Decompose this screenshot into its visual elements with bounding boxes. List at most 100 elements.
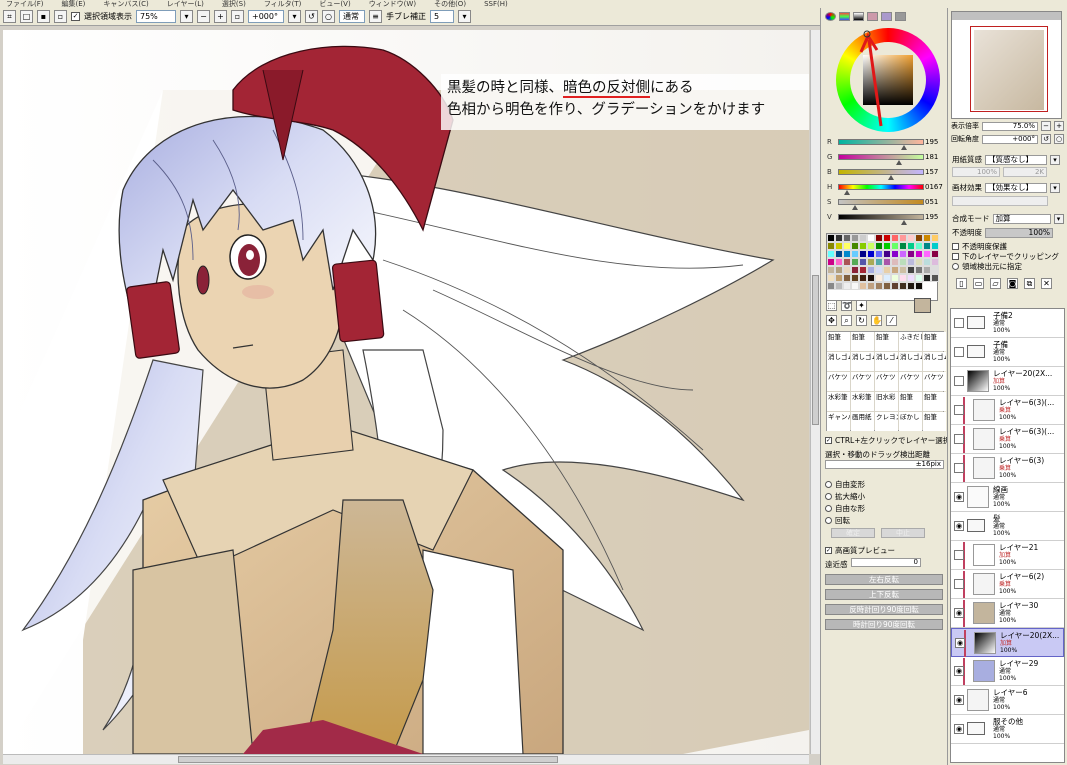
slider-r[interactable]: R 195 [821,136,948,151]
color-swatch[interactable] [907,250,915,258]
color-swatch[interactable] [835,282,843,290]
color-swatch[interactable] [827,266,835,274]
brush-tool[interactable]: 鉛筆 [899,392,922,411]
eye-icon[interactable]: ◉ [954,608,964,618]
color-swatch[interactable] [899,266,907,274]
color-swatch[interactable] [907,258,915,266]
layer-row[interactable]: 子備2 通常 100% [951,309,1064,338]
slider-knob[interactable] [900,145,907,150]
navigator-zoom-field[interactable]: 75.0% [982,121,1038,131]
color-swatch[interactable] [859,234,867,242]
ctrl-click-option[interactable]: ✓ CTRL+左クリックでレイヤー選択 [825,435,950,446]
eye-icon[interactable]: ◉ [954,521,964,531]
brush-tool[interactable]: 画用紙 [851,412,874,431]
brush-tool[interactable]: バケツ [827,372,850,391]
horizontal-scrollbar[interactable] [3,754,809,764]
color-swatch[interactable] [899,258,907,266]
nav-zoom-out-button[interactable]: − [1041,121,1051,131]
rotate-icon[interactable]: ↻ [856,315,867,326]
zoom-minus-button[interactable]: − [197,10,210,23]
eye-hidden-icon[interactable] [954,405,964,415]
color-swatch[interactable] [851,234,859,242]
navigator-preview[interactable] [951,11,1062,119]
texture-select[interactable]: 【質感なし】 [985,154,1047,165]
color-swatch[interactable] [867,234,875,242]
vertical-scrollbar[interactable] [810,30,820,754]
eye-hidden-icon[interactable] [954,463,964,473]
brush-tool[interactable]: 消しゴム [827,352,850,371]
color-swatch[interactable] [891,282,899,290]
zoom-plus-button[interactable]: + [214,10,227,23]
eye-hidden-icon[interactable] [954,550,964,560]
radio-icon[interactable] [825,517,832,524]
color-swatch[interactable] [923,250,931,258]
color-swatch[interactable] [923,242,931,250]
merge-down-icon[interactable]: ⧉ [1024,278,1035,289]
layer-row[interactable]: レイヤー21 加算 100% [951,541,1064,570]
color-swatch[interactable] [827,258,835,266]
color-swatch[interactable] [835,274,843,282]
color-swatch[interactable] [835,234,843,242]
color-swatch[interactable] [843,258,851,266]
ctrl-click-checkbox[interactable]: ✓ [825,437,832,444]
slider-track[interactable] [838,154,924,160]
color-swatch[interactable] [931,242,939,250]
brush-tool[interactable]: クレヨン [875,412,898,431]
brush-tool[interactable]: 水彩筆 10熊 [851,392,874,411]
color-swatch[interactable] [931,266,939,274]
color-swatch[interactable] [923,266,931,274]
color-swatch[interactable] [907,274,915,282]
color-swatch[interactable] [859,250,867,258]
layer-row[interactable]: ◉ 線画 通常 100% [951,483,1064,512]
layer-row[interactable]: ◉ 服その他 通常 100% [951,715,1064,744]
color-swatch[interactable] [883,242,891,250]
color-swatch[interactable] [851,250,859,258]
color-swatch[interactable] [843,234,851,242]
nav-rotate-left-button[interactable]: ↺ [1041,134,1051,144]
color-swatch[interactable] [907,242,915,250]
brush-tool[interactable]: バケツ [875,372,898,391]
layer-row[interactable]: ◉ レイヤー30 通常 100% [951,599,1064,628]
color-swatch[interactable] [931,250,939,258]
zoom-reset-button[interactable]: ▫ [231,10,244,23]
slider-g[interactable]: G 181 [821,151,948,166]
drawing-canvas[interactable]: 黒髪の時と同様、暗色の反対側にある 色相から明色を作り、グラデーションをかけます [3,30,809,754]
color-swatch[interactable] [851,266,859,274]
color-swatch[interactable] [883,258,891,266]
color-swatch[interactable] [827,234,835,242]
brush-tool[interactable]: バケツ [851,372,874,391]
layer-row[interactable]: レイヤー6(2) 乗算 100% [951,570,1064,599]
layer-row[interactable]: レイヤー20(2X... 加算 100% [951,367,1064,396]
brush-tool[interactable]: 鉛筆 [923,392,946,411]
color-swatch[interactable] [923,258,931,266]
deselect-button[interactable]: ⌗ [3,10,16,23]
color-swatch[interactable] [891,266,899,274]
color-swatch[interactable] [867,266,875,274]
radio-icon[interactable] [825,493,832,500]
eye-icon[interactable]: ◉ [954,666,964,676]
brush-tool[interactable]: 消しゴム [899,352,922,371]
color-swatch[interactable] [827,250,835,258]
color-swatch[interactable] [891,258,899,266]
brush-tool[interactable]: 鉛筆 [827,332,850,351]
color-swatch[interactable] [915,274,923,282]
invert-selection-button[interactable]: ▪ [37,10,50,23]
color-swatch[interactable] [851,258,859,266]
zoom-icon[interactable]: ⌕ [841,315,852,326]
display-mode-field[interactable]: 通常 [339,10,365,23]
transform-action-button[interactable]: 上下反転 [825,589,943,600]
color-swatch[interactable] [843,274,851,282]
slider-knob[interactable] [844,190,851,195]
color-swatch[interactable] [915,242,923,250]
slider-track[interactable] [838,214,924,220]
texture-strength-field[interactable]: 2K [1003,167,1047,177]
transform-ok-button[interactable]: 確定 [831,528,875,538]
color-swatch[interactable] [875,266,883,274]
slider-track[interactable] [838,169,924,175]
menu-item-7[interactable]: ウィンドウ(W) [369,0,416,8]
eye-icon[interactable]: ◉ [954,492,964,502]
color-swatch[interactable] [843,242,851,250]
rotation-field[interactable]: +000° [248,10,284,23]
rotate-left-button[interactable]: ↺ [305,10,318,23]
trash-icon[interactable]: ✕ [1041,278,1052,289]
